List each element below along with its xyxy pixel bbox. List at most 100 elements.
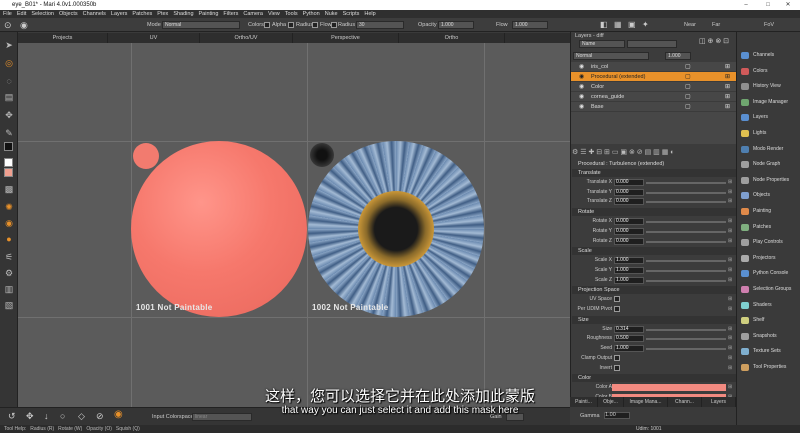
property-value-field[interactable]: 1.000	[614, 257, 644, 265]
blend-mode-dropdown[interactable]: Normal	[573, 52, 649, 60]
property-slider[interactable]	[646, 182, 726, 184]
alpha-checkbox[interactable]	[264, 22, 270, 28]
flow-checkbox[interactable]	[312, 22, 318, 28]
property-section-header[interactable]: Translate	[572, 169, 736, 177]
palette-image-manager[interactable]: Image Manager	[737, 95, 800, 110]
property-checkbox[interactable]	[614, 296, 620, 303]
camera-icon[interactable]: ◧	[600, 21, 608, 29]
property-checkbox[interactable]	[614, 306, 620, 312]
property-checkbox[interactable]	[614, 354, 620, 361]
tab-ortho-uv[interactable]: Ortho/UV	[200, 33, 293, 43]
expose-icon[interactable]: ⊞	[728, 256, 732, 265]
clone-icon[interactable]: ◉	[4, 218, 14, 228]
expose-icon[interactable]: ⊞	[728, 325, 732, 334]
property-value-field[interactable]: 0.314	[614, 325, 644, 333]
transform-icon[interactable]: ✥	[4, 110, 14, 120]
palette-painting[interactable]: Painting	[737, 204, 800, 219]
menu-item-view[interactable]: View	[268, 11, 280, 17]
layer-row[interactable]: ◉ Base ▢ ⊞	[571, 102, 736, 112]
select-arrow-icon[interactable]: ➤	[4, 40, 14, 50]
tab-ortho[interactable]: Ortho	[399, 33, 505, 43]
visibility-eye-icon[interactable]: ◉	[579, 102, 584, 112]
paint-through-icon[interactable]: ✺	[4, 202, 14, 212]
tab-uv[interactable]: UV	[108, 33, 200, 43]
radius-checkbox[interactable]	[288, 22, 294, 28]
eyedropper-icon[interactable]: ✎	[4, 128, 14, 138]
palette-colors[interactable]: Colors	[737, 64, 800, 79]
menu-item-file[interactable]: File	[3, 11, 12, 17]
property-value-field[interactable]: 1.000	[614, 266, 644, 274]
property-section-header[interactable]: Rotate	[572, 208, 736, 217]
property-value-field[interactable]: 0.500	[614, 335, 644, 343]
property-slider[interactable]	[646, 279, 726, 282]
uv-viewport[interactable]: 1001 Not Paintable 1002 Not Paintable	[18, 43, 570, 407]
projection-icon[interactable]: ▧	[4, 300, 14, 310]
menu-item-channels[interactable]: Channels	[83, 11, 106, 17]
expose-icon[interactable]: ⊞	[728, 266, 732, 275]
menu-item-selection[interactable]: Selection	[31, 11, 54, 17]
property-value-field[interactable]: 1.000	[614, 276, 644, 284]
property-slider[interactable]	[646, 338, 726, 341]
tab-perspective[interactable]: Perspective	[293, 33, 399, 43]
property-section-header[interactable]: Color	[572, 374, 736, 383]
layer-row[interactable]: ◉ cornea_guide ▢ ⊞	[571, 92, 736, 102]
blur-icon[interactable]: ●	[4, 234, 14, 244]
property-value-field[interactable]: 0.000	[614, 188, 644, 196]
property-slider[interactable]	[646, 191, 726, 194]
visibility-eye-icon[interactable]: ◉	[579, 92, 584, 102]
radius2-checkbox[interactable]	[331, 22, 337, 28]
property-value-field[interactable]: 0.000	[614, 227, 644, 235]
palette-layers[interactable]: Layers	[737, 110, 800, 125]
layer-options-icon[interactable]: ⊞	[725, 102, 730, 112]
marquee-icon[interactable]: ▤	[4, 92, 14, 102]
palette-patches[interactable]: Patches	[737, 220, 800, 235]
layer-opacity-field[interactable]: 1.000	[665, 52, 691, 60]
property-slider[interactable]	[646, 240, 726, 243]
radius-field[interactable]: 30	[356, 21, 404, 29]
snap-icon[interactable]: ▥	[4, 284, 14, 294]
expose-icon[interactable]: ⊞	[728, 197, 732, 206]
fill-icon[interactable]: ▩	[4, 184, 14, 194]
menu-item-python[interactable]: Python	[303, 11, 320, 17]
expose-icon[interactable]: ⊞	[728, 188, 732, 197]
property-checkbox[interactable]	[614, 364, 620, 371]
expose-icon[interactable]: ⊞	[728, 217, 732, 226]
expose-icon[interactable]: ⊞	[728, 344, 732, 353]
visibility-eye-icon[interactable]: ◉	[579, 62, 584, 72]
expose-icon[interactable]: ⊞	[728, 276, 732, 285]
paint-color-swatch[interactable]	[4, 168, 13, 177]
property-value-field[interactable]: 0.000	[614, 198, 644, 206]
palette-node-properties[interactable]: Node Properties	[737, 173, 800, 188]
expose-icon[interactable]: ⊞	[728, 364, 732, 373]
minimize-icon[interactable]: –	[736, 0, 756, 10]
property-section-header[interactable]: Projection Space	[572, 286, 736, 295]
smear-icon[interactable]: ⚟	[4, 252, 14, 262]
palette-channels[interactable]: Channels	[737, 48, 800, 63]
layer-filter-dropdown[interactable]: Name	[579, 40, 625, 48]
layer-options-icon[interactable]: ⊞	[725, 62, 730, 72]
layer-actions-icons[interactable]: ⚙ ☰ ✚ ⊟ ⊞ ▭ ▣ ⊗ ⊘ ▤ ▥ ▦ ◐	[572, 148, 736, 158]
picker-icon[interactable]: ◉	[20, 21, 28, 30]
property-slider[interactable]	[646, 328, 726, 331]
flow-field[interactable]: 1.000	[512, 21, 548, 29]
expose-icon[interactable]: ⊞	[728, 295, 732, 304]
property-slider[interactable]	[646, 201, 726, 204]
grid-icon[interactable]: ▦	[614, 21, 622, 29]
palette-texture-sets[interactable]: Texture Sets	[737, 344, 800, 359]
palette-projectors[interactable]: Projectors	[737, 251, 800, 266]
background-color-swatch[interactable]	[4, 158, 13, 167]
brush-tool-icon[interactable]: ⊙	[4, 21, 12, 30]
menu-item-objects[interactable]: Objects	[59, 11, 78, 17]
lock-icon[interactable]: ▢	[685, 102, 691, 112]
opacity-field[interactable]: 1.000	[438, 21, 474, 29]
property-slider[interactable]	[646, 221, 726, 224]
mode-dropdown[interactable]: Normal	[162, 21, 240, 29]
menu-item-tools[interactable]: Tools	[285, 11, 298, 17]
lock-icon[interactable]: ▢	[685, 92, 691, 102]
layer-row[interactable]: ◉ Procedural (extended) ▢ ⊞	[571, 72, 736, 82]
expose-icon[interactable]: ⊞	[728, 227, 732, 236]
palette-history-view[interactable]: History View	[737, 79, 800, 94]
menu-item-patches[interactable]: Patches	[132, 11, 152, 17]
menu-item-edit[interactable]: Edit	[17, 11, 26, 17]
property-slider[interactable]	[646, 230, 726, 233]
